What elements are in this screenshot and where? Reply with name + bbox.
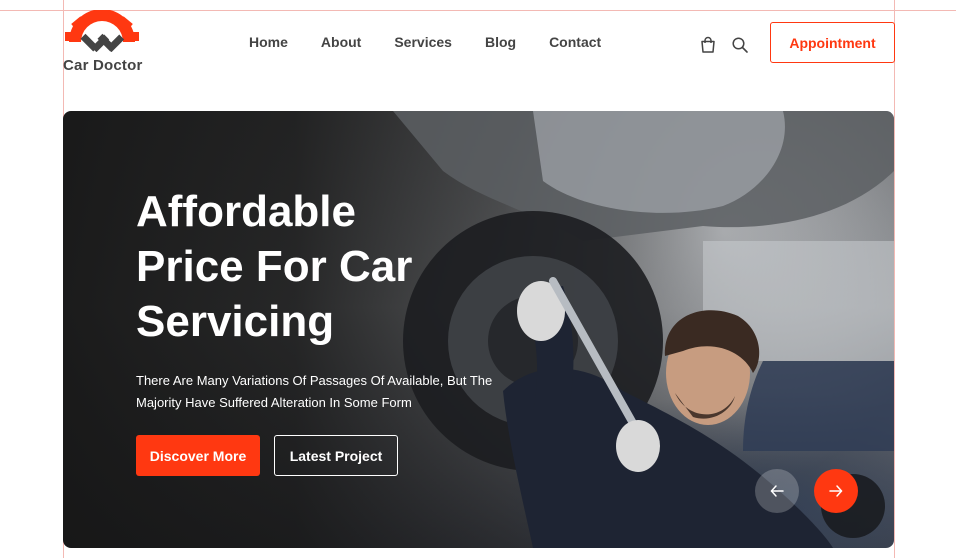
slider-next-button[interactable] xyxy=(814,469,858,513)
shopping-bag-icon[interactable] xyxy=(699,36,717,54)
nav-home[interactable]: Home xyxy=(249,34,288,50)
logo[interactable]: Car Doctor xyxy=(63,10,143,74)
logo-text: Car Doctor xyxy=(63,57,143,74)
hero-description: There Are Many Variations Of Passages Of… xyxy=(136,373,493,410)
arrow-left-icon xyxy=(770,485,784,497)
hero-banner: Affordable Price For Car Servicing There… xyxy=(63,111,894,548)
search-icon[interactable] xyxy=(731,36,749,54)
nav-about[interactable]: About xyxy=(321,34,361,50)
nav-services[interactable]: Services xyxy=(394,34,452,50)
site-header: Car Doctor Home About Services Blog Cont… xyxy=(0,0,956,90)
nav-contact[interactable]: Contact xyxy=(549,34,601,50)
slider-prev-button[interactable] xyxy=(755,469,799,513)
discover-more-button[interactable]: Discover More xyxy=(136,435,260,476)
nav-blog[interactable]: Blog xyxy=(485,34,516,50)
gear-wrench-logo-icon xyxy=(65,10,139,52)
appointment-button[interactable]: Appointment xyxy=(770,22,895,63)
hero-title: Affordable Price For Car Servicing xyxy=(136,187,413,346)
arrow-right-icon xyxy=(829,485,843,497)
latest-project-button[interactable]: Latest Project xyxy=(274,435,398,476)
main-nav: Home About Services Blog Contact xyxy=(249,34,601,50)
